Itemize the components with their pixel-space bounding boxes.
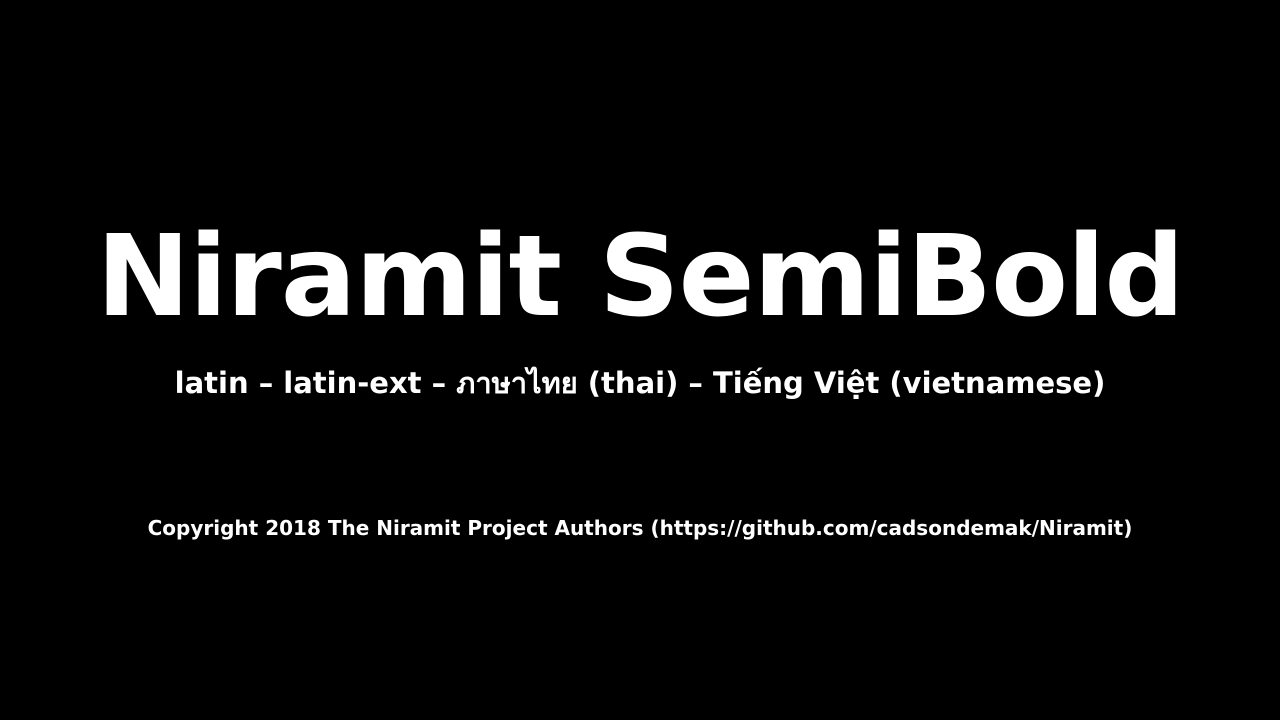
font-specimen-canvas: Niramit SemiBold latin – latin-ext – ภาษ… (0, 0, 1280, 720)
font-name-title: Niramit SemiBold (96, 212, 1184, 342)
supported-subsets-line: latin – latin-ext – ภาษาไทย (thai) – Tiế… (174, 366, 1106, 400)
copyright-notice: Copyright 2018 The Niramit Project Autho… (147, 516, 1133, 540)
